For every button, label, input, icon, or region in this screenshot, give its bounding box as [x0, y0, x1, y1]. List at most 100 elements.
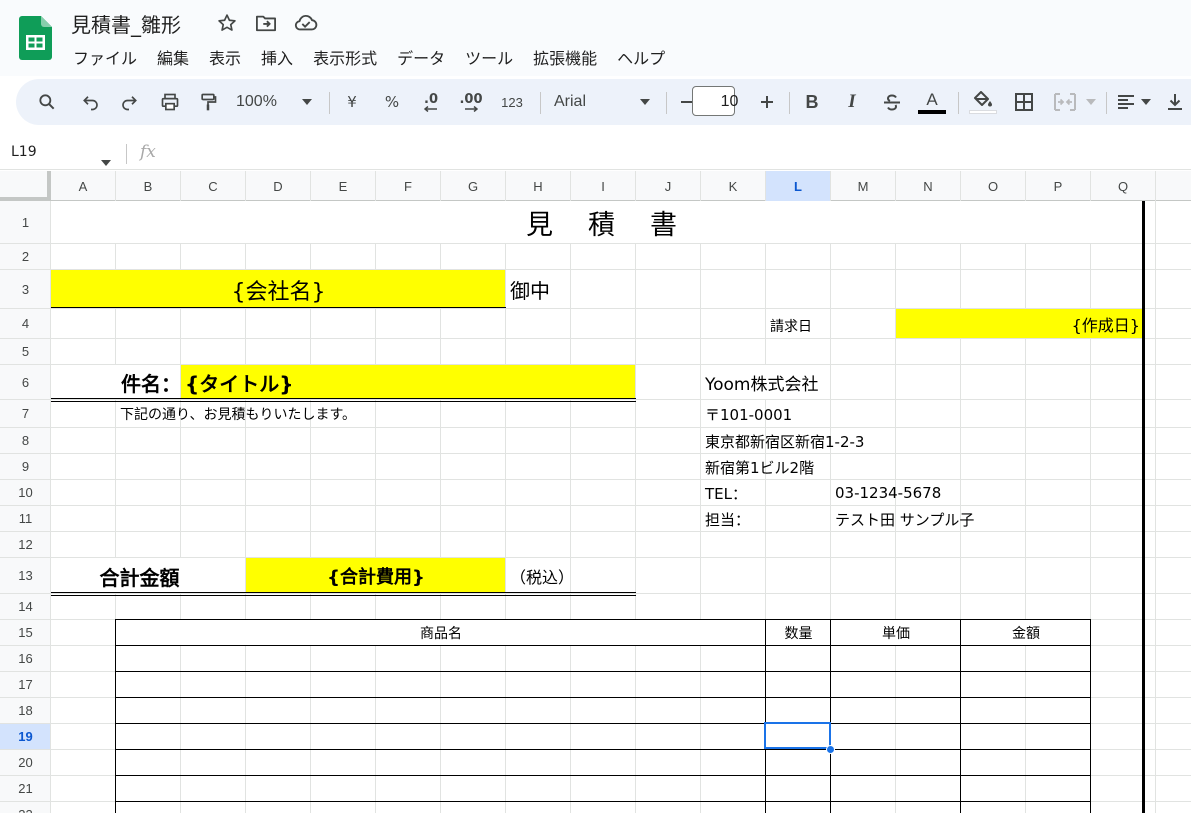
cell-area[interactable]: 見 積 書 {会社名} 御中請求日 {作成日} 件名： {タイトル} 下記の通り、お見積もり…: [50, 201, 1191, 813]
print-icon[interactable]: [156, 79, 184, 125]
row-header-8[interactable]: 8: [0, 428, 51, 454]
borders-icon[interactable]: [1011, 79, 1037, 125]
tel-value[interactable]: 03-1234-5678: [835, 480, 1035, 506]
row-header-19[interactable]: 19: [0, 724, 51, 750]
row-header-7[interactable]: 7: [0, 400, 51, 428]
column-header-a[interactable]: A: [51, 171, 116, 201]
row-header-2[interactable]: 2: [0, 244, 51, 270]
column-header-i[interactable]: I: [571, 171, 636, 201]
number-format-button[interactable]: 123: [498, 79, 526, 125]
cloud-saved-icon[interactable]: [294, 11, 318, 35]
redo-icon[interactable]: [115, 79, 143, 125]
row-header-20[interactable]: 20: [0, 750, 51, 776]
move-folder-icon[interactable]: [254, 11, 278, 35]
strikethrough-icon[interactable]: [879, 79, 905, 125]
decrease-decimal-button[interactable]: .0: [418, 79, 444, 125]
paint-format-icon[interactable]: [194, 79, 222, 125]
text-color-button[interactable]: A: [916, 79, 948, 125]
sheet-title[interactable]: 見 積 書: [51, 201, 1156, 244]
menu-file[interactable]: ファイル: [63, 43, 147, 71]
horizontal-align-icon[interactable]: [1114, 79, 1138, 125]
company-placeholder[interactable]: {会社名}: [51, 270, 506, 309]
row-header-11[interactable]: 11: [0, 506, 51, 532]
subject-label[interactable]: 件名：: [51, 365, 181, 400]
star-icon[interactable]: [215, 11, 239, 35]
name-box-dropdown-icon[interactable]: [101, 151, 111, 170]
column-header-p[interactable]: P: [1026, 171, 1091, 201]
row-header-12[interactable]: 12: [0, 532, 51, 558]
total-placeholder[interactable]: {合計費用}: [246, 558, 506, 594]
fill-handle[interactable]: [826, 745, 835, 754]
table-header-amount[interactable]: 金額: [961, 620, 1091, 646]
font-family-select[interactable]: Arial: [554, 79, 634, 125]
column-header-e[interactable]: E: [311, 171, 376, 201]
menu-format[interactable]: 表示形式: [303, 43, 387, 71]
name-box[interactable]: L19: [11, 144, 37, 160]
fill-color-icon[interactable]: [968, 79, 998, 125]
row-header-17[interactable]: 17: [0, 672, 51, 698]
table-header-product[interactable]: 商品名: [116, 620, 766, 646]
menu-edit[interactable]: 編集: [147, 43, 199, 71]
table-header-unit-price[interactable]: 単価: [831, 620, 961, 646]
font-dropdown-icon[interactable]: [636, 79, 654, 125]
address-line-1[interactable]: 東京都新宿区新宿1-2-3: [705, 428, 925, 454]
total-label[interactable]: 合計金額: [51, 558, 228, 594]
row-header-13[interactable]: 13: [0, 558, 51, 594]
intro-text[interactable]: 下記の通り、お見積もりいたします。: [120, 400, 520, 428]
percent-format-button[interactable]: %: [380, 79, 404, 125]
row-header-21[interactable]: 21: [0, 776, 51, 802]
menu-data[interactable]: データ: [387, 43, 455, 71]
row-header-15[interactable]: 15: [0, 620, 51, 646]
italic-button[interactable]: I: [840, 79, 864, 125]
bold-button[interactable]: B: [800, 79, 824, 125]
menu-extensions[interactable]: 拡張機能: [523, 43, 607, 71]
column-header-g[interactable]: G: [441, 171, 506, 201]
subject-placeholder[interactable]: {タイトル}: [185, 365, 640, 400]
column-header-h[interactable]: H: [506, 171, 571, 201]
menu-view[interactable]: 表示: [199, 43, 251, 71]
increase-decimal-button[interactable]: .00: [458, 79, 484, 125]
vertical-align-icon[interactable]: [1163, 79, 1187, 125]
tel-label[interactable]: TEL：: [705, 480, 805, 506]
row-header-18[interactable]: 18: [0, 698, 51, 724]
contact-label[interactable]: 担当：: [705, 506, 805, 532]
menu-insert[interactable]: 挿入: [251, 43, 303, 71]
row-header-4[interactable]: 4: [0, 309, 51, 339]
document-title[interactable]: 見積書_雛形: [71, 9, 181, 38]
column-header-c[interactable]: C: [181, 171, 246, 201]
zoom-select[interactable]: 100%: [236, 79, 292, 125]
row-header-16[interactable]: 16: [0, 646, 51, 672]
column-header-o[interactable]: O: [961, 171, 1026, 201]
postal-code[interactable]: 〒101-0001: [705, 400, 905, 428]
row-header-9[interactable]: 9: [0, 454, 51, 480]
sheets-logo-icon[interactable]: [19, 16, 52, 60]
column-header-l[interactable]: L: [766, 171, 831, 201]
row-header-22[interactable]: 22: [0, 802, 51, 813]
search-menus-icon[interactable]: [33, 79, 61, 125]
row-header-1[interactable]: 1: [0, 201, 51, 244]
column-header-b[interactable]: B: [116, 171, 181, 201]
increase-font-size-icon[interactable]: [756, 79, 778, 125]
contact-value[interactable]: テスト田 サンプル子: [835, 506, 1055, 532]
date-label[interactable]: 請求日: [770, 309, 840, 339]
column-header-f[interactable]: F: [376, 171, 441, 201]
row-header-6[interactable]: 6: [0, 365, 51, 400]
selected-cell-l19[interactable]: [764, 722, 831, 749]
merge-cells-icon[interactable]: [1051, 79, 1079, 125]
merge-dropdown-icon[interactable]: [1084, 79, 1098, 125]
column-header-q[interactable]: Q: [1091, 171, 1156, 201]
select-all-corner[interactable]: [0, 171, 51, 201]
date-placeholder[interactable]: {作成日}: [896, 309, 1140, 339]
align-dropdown-icon[interactable]: [1139, 79, 1153, 125]
row-header-14[interactable]: 14: [0, 594, 51, 620]
column-header-d[interactable]: D: [246, 171, 311, 201]
tax-note[interactable]: （税込）: [510, 558, 610, 594]
column-header-j[interactable]: J: [636, 171, 701, 201]
row-header-3[interactable]: 3: [0, 270, 51, 309]
zoom-dropdown-icon[interactable]: [298, 79, 316, 125]
issuer-name[interactable]: Yoom株式会社: [705, 365, 905, 400]
table-header-quantity[interactable]: 数量: [766, 620, 831, 646]
honorific-text[interactable]: 御中: [510, 270, 590, 309]
menu-help[interactable]: ヘルプ: [607, 43, 675, 71]
column-header-n[interactable]: N: [896, 171, 961, 201]
